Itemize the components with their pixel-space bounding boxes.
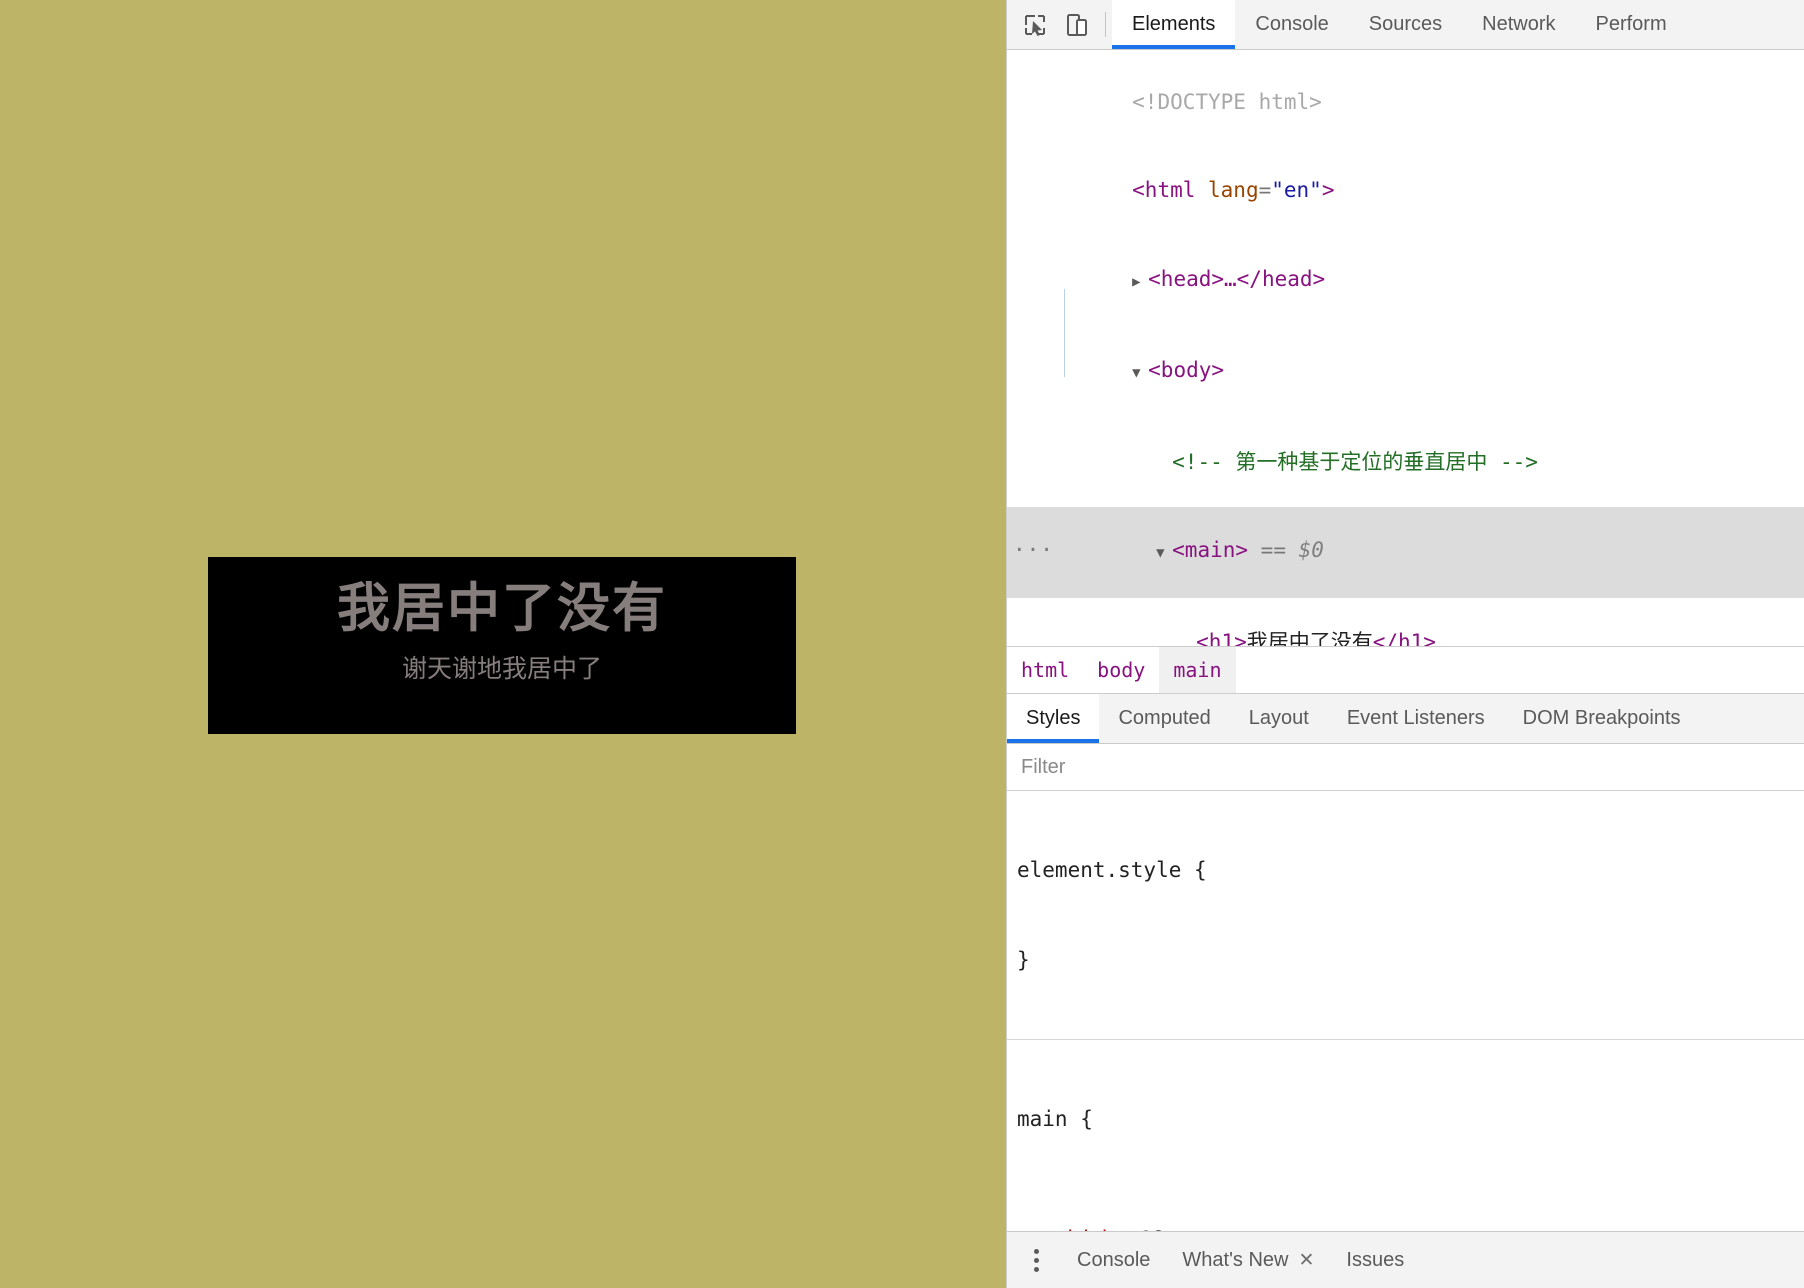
console-ref-dollar-zero: $0 — [1298, 538, 1324, 562]
console-ref-variable — [1286, 538, 1299, 562]
drawer-tab-issues[interactable]: Issues — [1330, 1249, 1420, 1272]
styles-filter-input[interactable] — [1019, 754, 1792, 780]
chevron-down-icon[interactable]: ▼ — [1132, 359, 1148, 389]
sidebar-tabs: Styles Computed Layout Event Listeners D… — [1007, 693, 1804, 744]
chevron-down-icon-main[interactable]: ▼ — [1156, 539, 1172, 569]
drawer-tab-whats-new[interactable]: What's New ✕ — [1166, 1249, 1330, 1272]
device-toolbar-icon[interactable] — [1063, 11, 1091, 39]
dom-row-head[interactable]: ▶ <head>…</head> — [1007, 235, 1804, 327]
tab-computed[interactable]: Computed — [1099, 694, 1229, 743]
devtools-panel: Elements Console Sources Network Perform… — [1006, 0, 1804, 1288]
html-tag-open-close-bracket: > — [1321, 178, 1335, 202]
rule-main[interactable]: main { width: 18em; padding:▶1em 1.5em; … — [1007, 1040, 1804, 1231]
dom-row-body-open[interactable]: ▼ <body> — [1007, 327, 1804, 419]
devtools-toolbar: Elements Console Sources Network Perform — [1007, 0, 1804, 50]
element-style-close-brace: } — [1017, 948, 1030, 972]
main-rule-selector-text: main { — [1017, 1107, 1093, 1131]
breadcrumb-item-main[interactable]: main — [1159, 647, 1236, 693]
tab-elements[interactable]: Elements — [1112, 0, 1236, 49]
breadcrumb-item-html[interactable]: html — [1007, 647, 1083, 693]
breadcrumb: html body main — [1007, 646, 1804, 693]
dom-row-html-open[interactable]: <html lang="en"> — [1007, 147, 1804, 236]
doctype-text: <!DOCTYPE html> — [1132, 89, 1322, 114]
tab-network[interactable]: Network — [1462, 0, 1575, 49]
element-style-selector-text: element.style { — [1017, 858, 1207, 882]
main-tag-open: <main> — [1172, 538, 1249, 562]
kebab-menu-icon[interactable] — [1021, 1248, 1051, 1272]
html-comment-text: <!-- 第一种基于定位的垂直居中 --> — [1172, 449, 1538, 474]
declaration-width[interactable]: width: 18em; — [1017, 1224, 1804, 1231]
drawer-tab-console[interactable]: Console — [1061, 1249, 1166, 1272]
rule-element-style[interactable]: element.style { } — [1007, 791, 1804, 1040]
centered-content-box: 我居中了没有 谢天谢地我居中了 — [208, 557, 796, 734]
close-icon[interactable]: ✕ — [1298, 1249, 1314, 1272]
tab-console[interactable]: Console — [1235, 0, 1348, 49]
main-rule-selector: main { — [1017, 1104, 1804, 1134]
toolbar-divider — [1105, 12, 1106, 37]
head-node-label: <head>…</head> — [1148, 266, 1326, 291]
tab-layout[interactable]: Layout — [1230, 694, 1328, 743]
tab-performance[interactable]: Perform — [1576, 0, 1687, 49]
console-ref-equals — [1248, 538, 1261, 562]
drawer-tab-console-label: Console — [1077, 1248, 1151, 1271]
breadcrumb-item-body[interactable]: body — [1083, 647, 1159, 693]
drawer-tab-issues-label: Issues — [1346, 1248, 1405, 1271]
tab-sources[interactable]: Sources — [1349, 0, 1462, 49]
styles-filter-bar — [1007, 744, 1804, 791]
element-style-selector: element.style { — [1017, 855, 1804, 885]
devtools-drawer: Console What's New ✕ Issues — [1007, 1231, 1804, 1288]
chevron-right-icon[interactable]: ▶ — [1132, 268, 1148, 298]
dom-row-main-open[interactable]: ··· ▼ <main> == $0 — [1007, 506, 1804, 598]
html-lang-attr-name: lang — [1208, 178, 1259, 202]
screenshot-root: 我居中了没有 谢天谢地我居中了 Elements Console Sources… — [0, 0, 1804, 1288]
console-ref-eq-symbol: == — [1260, 538, 1286, 562]
drawer-tab-whats-new-label: What's New — [1182, 1248, 1289, 1271]
dom-tree[interactable]: <!DOCTYPE html> <html lang="en"> ▶ <head>… — [1007, 50, 1804, 646]
tab-event-listeners[interactable]: Event Listeners — [1328, 694, 1504, 743]
dom-row-comment[interactable]: <!-- 第一种基于定位的垂直居中 --> — [1007, 418, 1804, 507]
page-viewport: 我居中了没有 谢天谢地我居中了 — [0, 0, 1006, 1288]
devtools-main-tabs: Elements Console Sources Network Perform — [1112, 0, 1687, 49]
html-lang-equals: = — [1258, 178, 1272, 202]
inspect-cursor-icon[interactable] — [1021, 11, 1049, 39]
page-heading: 我居中了没有 — [337, 578, 667, 639]
dom-row-doctype[interactable]: <!DOCTYPE html> — [1007, 58, 1804, 147]
dom-row-h1[interactable]: <h1>我居中了没有</h1> — [1007, 598, 1804, 647]
h1-text-node: 我居中了没有 — [1246, 629, 1373, 647]
html-lang-attr-value: "en" — [1271, 178, 1322, 202]
tab-styles[interactable]: Styles — [1007, 694, 1100, 743]
page-paragraph: 谢天谢地我居中了 — [401, 653, 602, 683]
node-more-actions-icon[interactable]: ··· — [1013, 536, 1054, 566]
body-tag-open: <body> — [1148, 358, 1225, 382]
h1-tag-close: </h1> — [1372, 629, 1436, 647]
html-tag-open: <html — [1132, 178, 1209, 202]
tab-dom-breakpoints[interactable]: DOM Breakpoints — [1504, 694, 1700, 743]
h1-tag-open: <h1> — [1196, 629, 1247, 647]
styles-pane: element.style { } main { width: 18em; pa… — [1007, 791, 1804, 1231]
toolbar-icon-group — [1007, 0, 1097, 49]
